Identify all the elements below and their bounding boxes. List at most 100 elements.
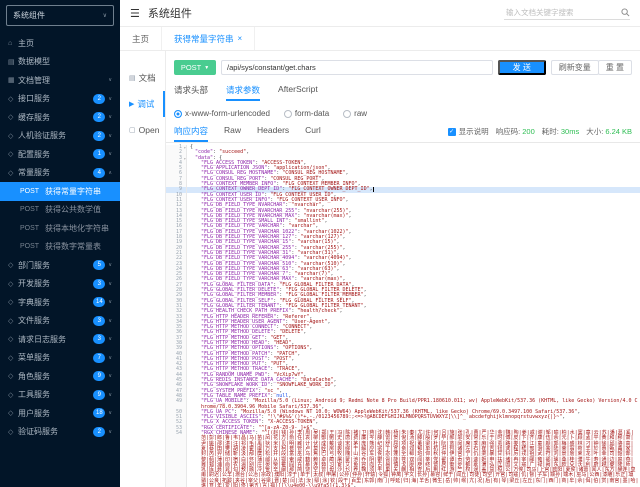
count-badge: 3 — [93, 316, 105, 326]
sidebar-item-label: 文件服务 — [18, 315, 50, 326]
close-tab-icon[interactable]: × — [238, 34, 243, 43]
response-tab[interactable]: 响应内容 — [174, 125, 208, 142]
doc-search — [504, 7, 630, 20]
button-group: 刷新变量 重 置 — [551, 60, 632, 75]
sidebar-item[interactable]: ◇文件服务 3∨ — [0, 312, 120, 331]
sidebar-item[interactable]: ◇请求日志服务3∨ — [0, 330, 120, 349]
count-badge: 18 — [93, 408, 105, 418]
refresh-vars-button[interactable]: 刷新变量 — [551, 60, 599, 75]
count-badge: 2 — [93, 112, 105, 122]
chevron-down-icon: ∨ — [108, 336, 112, 342]
body-type-radio[interactable]: form-data — [284, 109, 329, 118]
response-time: 30ms — [561, 127, 579, 136]
show-desc-label: 显示说明 — [459, 126, 489, 137]
request-row: POST ▼ 发 送 刷新变量 重 置 — [174, 60, 632, 75]
project-select-value: 系统组件 — [13, 10, 45, 21]
response-editor[interactable]: 1▾{2"code": "succeed",3▾"data": {4"FLG_A… — [166, 143, 640, 487]
api-icon: ◇ — [8, 317, 18, 325]
chevron-down-icon: ▼ — [204, 65, 209, 71]
subnav-item[interactable]: ▤文档 — [120, 65, 165, 91]
request-tabs: 请求头部 请求参数 AfterScript — [174, 84, 632, 101]
sidebar-item[interactable]: ◇常量服务4∧ — [0, 164, 120, 183]
sidebar-item[interactable]: ◇角色服务9∨ — [0, 367, 120, 386]
search-icon[interactable] — [621, 8, 630, 17]
content: ▤文档▶调试▢Open POST ▼ 发 送 刷新变量 重 置 请求头部 请求参数… — [120, 51, 640, 487]
api-icon: ◇ — [8, 428, 18, 436]
api-icon: ◇ — [8, 261, 18, 269]
open-api-icon: ▢ — [129, 126, 136, 134]
doc-search-input[interactable] — [504, 7, 618, 18]
sidebar-endpoint[interactable]: POST获得常量字符串 — [0, 182, 120, 201]
chevron-down-icon: ∨ — [108, 151, 112, 157]
method-select-value: POST — [181, 63, 201, 72]
sidebar-item-label: 请求日志服务 — [18, 334, 66, 345]
url-input[interactable] — [221, 60, 493, 75]
topbar: ☰ 系统组件 — [120, 0, 640, 27]
response-tab[interactable]: Headers — [257, 125, 289, 142]
sidebar-item[interactable]: ◇缓存服务2∨ — [0, 108, 120, 127]
endpoint-label: 获得常量字符串 — [45, 186, 101, 197]
chevron-down-icon: ∨ — [108, 373, 112, 379]
page-tab-label: 获得常量字符串 — [174, 33, 234, 45]
home-icon: ⌂ — [8, 40, 18, 47]
sidebar-endpoint[interactable]: POST获得公共数学值 — [0, 201, 120, 220]
method-label: POST — [20, 225, 40, 232]
sidebar-item[interactable]: ⌂主页 — [0, 34, 120, 53]
radio-selected-icon — [174, 110, 182, 118]
sidebar-item[interactable]: ◇部门服务5∨ — [0, 256, 120, 275]
chevron-down-icon: ∨ — [103, 12, 107, 19]
sidebar-item[interactable]: ◇菜单服务7∨ — [0, 349, 120, 368]
sidebar-item-label: 文档管理 — [18, 75, 50, 86]
code-line: 54"RGX_CHINESE_NAME": "^[(赵|钱|孙|李|周|吴|郑|… — [166, 431, 640, 487]
sidebar-item-label: 常量服务 — [18, 167, 50, 178]
body-type-radio[interactable]: x-www-form-urlencoded — [174, 109, 270, 118]
api-icon: ◇ — [8, 132, 18, 140]
count-badge: 14 — [93, 297, 105, 307]
api-icon: ◇ — [8, 150, 18, 158]
page-tab[interactable]: 获得常量字符串 × — [162, 27, 255, 50]
app-window: 系统组件 ∨ ⌂主页▤数据模型▦文档管理∨◇接口服务2∨◇缓存服务2∨◇人机验证… — [0, 0, 640, 487]
sidebar-endpoint[interactable]: POST获得本地化字符串 — [0, 219, 120, 238]
sidebar-item[interactable]: ◇配置服务1∨ — [0, 145, 120, 164]
show-desc-checkbox[interactable]: ✓ 显示说明 — [448, 126, 489, 137]
project-select[interactable]: 系统组件 ∨ — [6, 5, 114, 26]
reset-button[interactable]: 重 置 — [598, 60, 632, 75]
sidebar-item[interactable]: ◇用户服务18∨ — [0, 404, 120, 423]
text-cursor — [373, 187, 374, 192]
response-tab[interactable]: Raw — [224, 125, 241, 142]
response-tab[interactable]: Curl — [305, 125, 321, 142]
sidebar-item[interactable]: ◇验证码服务2∨ — [0, 423, 120, 442]
menu-toggle-icon[interactable]: ☰ — [130, 7, 140, 20]
request-tab[interactable]: 请求头部 — [174, 84, 208, 101]
body-type-label: form-data — [295, 109, 329, 118]
document-icon: ▤ — [129, 74, 136, 82]
size-pair: 大小:6.24 KB — [586, 126, 632, 137]
sidebar-item[interactable]: ◇工具服务9∨ — [0, 386, 120, 405]
status-code: 200 — [522, 127, 535, 136]
body-type-label: x-www-form-urlencoded — [185, 109, 270, 118]
sidebar-item[interactable]: ◇接口服务2∨ — [0, 90, 120, 109]
count-badge: 9 — [93, 371, 105, 381]
sidebar-item[interactable]: ◇开发服务3∨ — [0, 275, 120, 294]
page-tab[interactable]: 主页 — [120, 27, 162, 50]
count-badge: 3 — [93, 279, 105, 289]
sidebar-item[interactable]: ▦文档管理∨ — [0, 71, 120, 90]
chevron-down-icon: ∨ — [108, 318, 112, 324]
sidebar-menu: ⌂主页▤数据模型▦文档管理∨◇接口服务2∨◇缓存服务2∨◇人机验证服务2∨◇配置… — [0, 34, 120, 441]
sidebar-item-label: 数据模型 — [18, 56, 50, 67]
count-badge: 5 — [93, 260, 105, 270]
radio-icon — [284, 110, 292, 118]
checkbox-checked-icon: ✓ — [448, 128, 456, 136]
request-tab[interactable]: 请求参数 — [226, 84, 260, 101]
response-tabs-row: 响应内容RawHeadersCurl ✓ 显示说明 响应码:200 耗时:30m… — [166, 125, 640, 143]
subnav-item[interactable]: ▢Open — [120, 117, 165, 143]
subnav-item[interactable]: ▶调试 — [120, 91, 165, 117]
request-tab[interactable]: AfterScript — [278, 84, 318, 101]
sidebar-endpoint[interactable]: POST获得数字常量表 — [0, 238, 120, 257]
sidebar-item[interactable]: ◇人机验证服务2∨ — [0, 127, 120, 146]
sidebar-item[interactable]: ▤数据模型 — [0, 53, 120, 72]
send-button[interactable]: 发 送 — [498, 60, 546, 75]
method-select[interactable]: POST ▼ — [174, 60, 216, 75]
sidebar-item[interactable]: ◇字典服务14∨ — [0, 293, 120, 312]
body-type-radio[interactable]: raw — [343, 109, 367, 118]
